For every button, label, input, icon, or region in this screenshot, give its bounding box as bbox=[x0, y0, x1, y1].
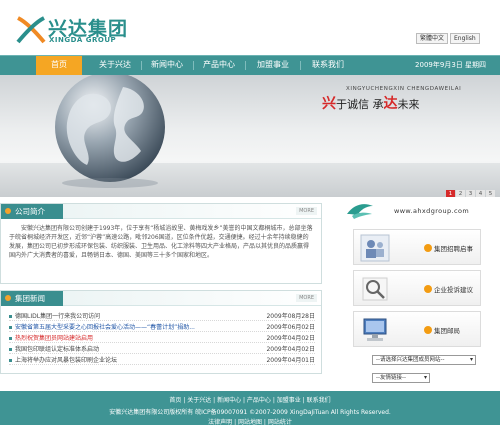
site-url-banner: www.ahxdgroup.com bbox=[341, 198, 491, 224]
logo[interactable]: 兴达集团 XINGDA GROUP bbox=[16, 14, 127, 46]
slogan-part-4: 未来 bbox=[397, 98, 420, 111]
site-url-text: www.ahxdgroup.com bbox=[394, 207, 470, 215]
complaint-label: 企业投诉建议 bbox=[434, 286, 473, 294]
hero-banner: XINGYUCHENGXIN CHENGDAWEILAI 兴于诚信 承达未来 1… bbox=[0, 75, 500, 197]
nav-item-franchise[interactable]: 加盟事业 bbox=[249, 56, 297, 75]
current-date: 2009年9月3日 星期四 bbox=[415, 61, 486, 69]
logo-mark-icon bbox=[16, 16, 46, 44]
banner-page-2[interactable]: 2 bbox=[456, 190, 465, 197]
intro-more-link[interactable]: MORE bbox=[296, 207, 317, 215]
news-item-title[interactable]: 上海将举办应对风暴包装印刷企业论坛 bbox=[15, 356, 117, 365]
bullet-icon bbox=[9, 337, 12, 340]
news-item-title[interactable]: 我国包印联组认定标准体系启动 bbox=[15, 345, 99, 354]
recruit-label: 集团招聘启事 bbox=[434, 245, 473, 253]
nav-divider bbox=[300, 61, 301, 70]
bullet-icon bbox=[9, 315, 12, 318]
bullet-icon bbox=[9, 359, 12, 362]
banner-page-3[interactable]: 3 bbox=[466, 190, 475, 197]
member-sites-select[interactable]: --请选择兴达集团成员网站-- bbox=[372, 355, 476, 365]
slogan-char-xing: 兴 bbox=[322, 96, 336, 112]
footer-nav-links[interactable]: 首页 | 关于兴达 | 新闻中心 | 产品中心 | 加盟事业 | 联系我们 bbox=[0, 395, 500, 404]
bullet-icon bbox=[9, 326, 12, 329]
logo-en-text: XINGDA GROUP bbox=[49, 36, 117, 44]
recruit-people-icon bbox=[360, 234, 390, 262]
bird-logo-icon bbox=[347, 204, 373, 219]
recruit-card[interactable]: 集团招聘启事 bbox=[353, 229, 481, 265]
nav-item-about[interactable]: 关于兴达 bbox=[92, 56, 138, 75]
news-item[interactable]: 德国LIDL集团一行来我公司访问 2009年08月28日 bbox=[9, 312, 315, 321]
arrow-icon bbox=[424, 326, 432, 334]
banner-page-5[interactable]: 5 bbox=[486, 190, 495, 197]
bullet-icon bbox=[9, 348, 12, 351]
news-more-link[interactable]: MORE bbox=[296, 294, 317, 302]
arrow-icon bbox=[424, 285, 432, 293]
intro-header: 公司简介 MORE bbox=[1, 204, 321, 219]
banner-slogan: 兴于诚信 承达未来 bbox=[322, 93, 420, 113]
banner-page-4[interactable]: 4 bbox=[476, 190, 485, 197]
footer-copyright: 安徽兴达集团有限公司版权所有 皖ICP备09007091 ©2007-2009 … bbox=[109, 409, 391, 416]
news-item-date: 2009年06月02日 bbox=[266, 324, 315, 331]
nav-divider bbox=[245, 61, 246, 70]
lang-traditional-button[interactable]: 繁體中文 bbox=[416, 33, 449, 44]
globe-icon bbox=[55, 75, 165, 188]
news-item-date: 2009年04月02日 bbox=[266, 335, 315, 342]
slogan-part-2: 于诚信 承 bbox=[336, 98, 384, 111]
news-title: 集团新闻 bbox=[1, 291, 63, 306]
lang-english-button[interactable]: English bbox=[450, 33, 480, 44]
nav-divider bbox=[193, 61, 194, 70]
mail-label: 集团邮局 bbox=[434, 327, 460, 335]
news-item[interactable]: 热烈祝贺集团员网站建站启用 2009年04月02日 bbox=[9, 334, 315, 343]
news-item-title[interactable]: 安徽省第五届大型采要之心回报社会爱心活动——“春蕾计划”捐助... bbox=[15, 323, 195, 332]
nav-divider bbox=[141, 61, 142, 70]
news-item[interactable]: 我国包印联组认定标准体系启动 2009年04月02日 bbox=[9, 345, 315, 354]
nav-item-contact[interactable]: 联系我们 bbox=[304, 56, 352, 75]
computer-icon bbox=[363, 318, 387, 341]
news-item[interactable]: 上海将举办应对风暴包装印刷企业论坛 2009年04月01日 bbox=[9, 356, 315, 365]
banner-pager: 12345 bbox=[446, 189, 496, 197]
news-item-date: 2009年04月01日 bbox=[266, 357, 315, 364]
mail-card[interactable]: 集团邮局 bbox=[353, 311, 481, 347]
header: 兴达集团 XINGDA GROUP 繁體中文 English bbox=[0, 0, 500, 55]
banner-pinyin: XINGYUCHENGXIN CHENGDAWEILAI bbox=[346, 86, 462, 92]
complaint-card[interactable]: 企业投诉建议 bbox=[353, 270, 481, 306]
nav-item-news[interactable]: 新闻中心 bbox=[144, 56, 190, 75]
news-item-date: 2009年04月02日 bbox=[266, 346, 315, 353]
news-item-title[interactable]: 热烈祝贺集团员网站建站启用 bbox=[15, 334, 93, 343]
nav-item-home[interactable]: 首页 bbox=[36, 56, 82, 75]
intro-title: 公司简介 bbox=[1, 204, 63, 219]
slogan-char-da: 达 bbox=[383, 96, 398, 112]
magnifier-icon bbox=[362, 277, 388, 301]
news-item-date: 2009年08月28日 bbox=[266, 313, 315, 320]
footer: 首页 | 关于兴达 | 新闻中心 | 产品中心 | 加盟事业 | 联系我们 安徽… bbox=[0, 391, 500, 426]
company-intro-box: 公司简介 MORE 安徽兴达集团有限公司创建于1993年，位于享有“杨城浴故里、… bbox=[0, 203, 322, 284]
news-item-title[interactable]: 德国LIDL集团一行来我公司访问 bbox=[15, 312, 100, 321]
banner-page-1[interactable]: 1 bbox=[446, 190, 455, 197]
news-header: 集团新闻 MORE bbox=[1, 291, 321, 306]
news-item[interactable]: 安徽省第五届大型采要之心回报社会爱心活动——“春蕾计划”捐助... 2009年0… bbox=[9, 323, 315, 332]
main-nav: 首页 关于兴达 新闻中心 产品中心 加盟事业 联系我们 2009年9月3日 星期… bbox=[0, 55, 500, 75]
intro-text: 安徽兴达集团有限公司创建于1993年，位于享有“杨城浴故里、黄梅戏发乡”美誉的中… bbox=[9, 225, 313, 259]
nav-item-products[interactable]: 产品中心 bbox=[196, 56, 242, 75]
arrow-icon bbox=[424, 244, 432, 252]
group-news-box: 集团新闻 MORE 德国LIDL集团一行来我公司访问 2009年08月28日 安… bbox=[0, 290, 322, 374]
friend-links-select[interactable]: --友情链接-- bbox=[372, 373, 430, 383]
